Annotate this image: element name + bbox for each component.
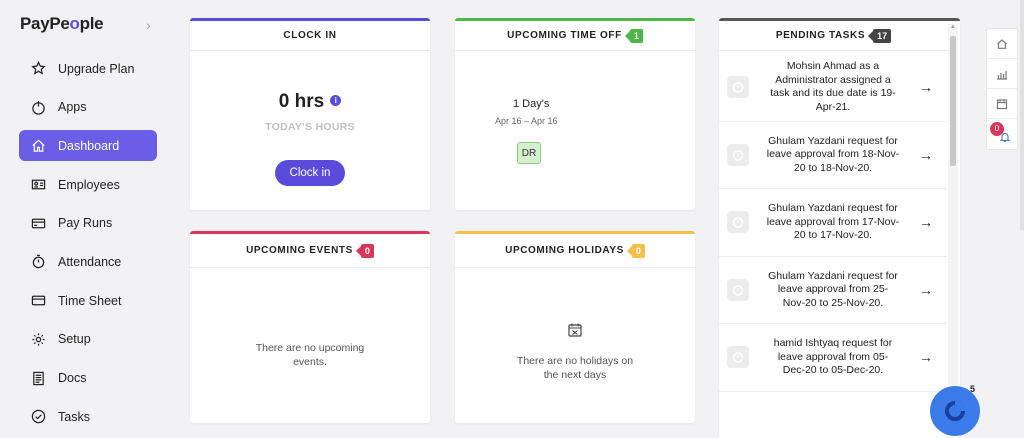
- clock-in-button[interactable]: Clock in: [275, 160, 345, 186]
- stopwatch-icon: [30, 254, 46, 270]
- calendar-icon: [996, 98, 1008, 109]
- list-item[interactable]: Ghulam Yazdani request for leave approval…: [719, 257, 947, 324]
- sidebar-item-label: Time Sheet: [58, 293, 122, 308]
- clock-icon: [727, 143, 749, 166]
- card-header: PENDING TASKS 17: [719, 21, 948, 51]
- card-title: UPCOMING HOLIDAYS: [505, 245, 624, 256]
- clock-icon: [727, 76, 749, 99]
- fab-count-badge: 5: [970, 384, 976, 394]
- loading-ring-icon: [945, 401, 965, 421]
- card-title: UPCOMING TIME OFF: [507, 30, 622, 41]
- sidebar-item-label: Attendance: [58, 254, 122, 269]
- arrow-right-icon[interactable]: →: [919, 79, 933, 95]
- empty-state-text: There are no holidays on the next days: [516, 355, 634, 381]
- pending-tasks-list: Mohsin Ahmad as a Administrator assigned …: [719, 54, 947, 392]
- card-header: UPCOMING HOLIDAYS 0: [455, 234, 695, 268]
- notifications-button[interactable]: 0: [987, 119, 1017, 149]
- power-icon: [30, 99, 46, 115]
- check-circle-icon: [30, 409, 46, 425]
- count-badge: 1: [624, 28, 643, 43]
- info-icon[interactable]: i: [330, 95, 342, 106]
- card-title: UPCOMING EVENTS: [246, 245, 353, 256]
- card-icon: [30, 293, 46, 309]
- empty-state-text: There are no upcoming events.: [255, 342, 365, 368]
- arrow-right-icon[interactable]: →: [919, 282, 933, 298]
- card-title: CLOCK IN: [283, 30, 337, 41]
- clock-icon: [727, 278, 749, 301]
- right-toolbar: 0: [986, 28, 1018, 150]
- card-header: UPCOMING EVENTS 0: [190, 234, 430, 268]
- arrow-right-icon[interactable]: →: [919, 147, 933, 163]
- count-badge: 0: [626, 243, 645, 258]
- clock-in-card: CLOCK IN 0 hrs i TODAY'S HOURS Clock in: [190, 18, 430, 210]
- upcoming-holidays-card: UPCOMING HOLIDAYS 0 There are no holidays…: [455, 231, 695, 423]
- sidebar-item-label: Employees: [58, 177, 120, 192]
- scroll-up-arrow-icon[interactable]: ▲: [949, 24, 957, 34]
- sidebar-item-label: Tasks: [58, 409, 90, 424]
- sidebar-item-label: Dashboard: [58, 138, 120, 153]
- paypeople-logo[interactable]: PayPeople: [20, 14, 104, 34]
- task-description: hamid Ishtyaq request for leave approval …: [773, 337, 893, 376]
- gear-icon: [30, 331, 46, 347]
- card-title: PENDING TASKS: [775, 30, 866, 41]
- sidebar-item-setup[interactable]: Setup: [19, 324, 157, 355]
- list-item[interactable]: Ghulam Yazdani request for leave approval…: [719, 122, 947, 189]
- tasks-scrollbar[interactable]: ▲: [948, 24, 958, 424]
- sidebar-nav: Upgrade Plan Apps Dashboard Employees Pa…: [19, 53, 157, 438]
- sidebar-item-label: Pay Runs: [58, 216, 113, 231]
- scroll-thumb[interactable]: [950, 36, 956, 166]
- sidebar-item-apps[interactable]: Apps: [19, 92, 157, 123]
- task-description: Ghulam Yazdani request for leave approval…: [766, 134, 900, 174]
- time-off-range: Apr 16 – Apr 16: [495, 116, 558, 126]
- analytics-button[interactable]: [987, 59, 1017, 89]
- sidebar-item-label: Docs: [58, 371, 87, 385]
- id-card-icon: [30, 177, 46, 193]
- count-badge: 0: [355, 243, 374, 258]
- sidebar-item-pay-runs[interactable]: Pay Runs: [19, 208, 157, 239]
- sidebar-item-tasks[interactable]: Tasks: [19, 401, 157, 432]
- sidebar-item-docs[interactable]: Docs: [19, 363, 157, 394]
- sidebar-item-label: Apps: [58, 100, 87, 115]
- sidebar-item-employees[interactable]: Employees: [19, 169, 157, 200]
- home-icon: [30, 138, 46, 154]
- list-item[interactable]: Mohsin Ahmad as a Administrator assigned …: [719, 54, 947, 122]
- arrow-right-icon[interactable]: →: [919, 214, 933, 230]
- clock-icon: [727, 211, 749, 234]
- sidebar-item-dashboard[interactable]: Dashboard: [19, 130, 157, 162]
- task-description: Mohsin Ahmad as a Administrator assigned …: [770, 60, 896, 113]
- arrow-right-icon[interactable]: →: [919, 349, 933, 365]
- time-off-days: 1 Day's: [513, 98, 550, 110]
- bar-chart-icon: [997, 70, 1007, 80]
- credit-card-icon: [30, 215, 46, 231]
- sidebar-item-attendance[interactable]: Attendance: [19, 246, 157, 277]
- page-scrollbar[interactable]: [1020, 0, 1024, 230]
- notification-count-badge: 0: [990, 122, 1004, 136]
- clock-icon: [727, 346, 749, 369]
- home-icon: [997, 38, 1007, 49]
- task-description: Ghulam Yazdani request for leave approval…: [768, 269, 898, 309]
- star-icon: [30, 61, 46, 77]
- sidebar: PayPeople › Upgrade Plan Apps Dashboard …: [0, 0, 170, 438]
- avatar[interactable]: DR: [517, 142, 541, 164]
- count-badge: 17: [868, 28, 892, 43]
- calendar-button[interactable]: [987, 89, 1017, 119]
- task-description: Ghulam Yazdani request for leave approval…: [766, 202, 900, 241]
- card-header: UPCOMING TIME OFF 1: [455, 21, 695, 51]
- upcoming-time-off-card: UPCOMING TIME OFF 1 1 Day's Apr 16 – Apr …: [455, 18, 695, 210]
- sidebar-item-upgrade-plan[interactable]: Upgrade Plan: [19, 53, 157, 84]
- sidebar-item-time-sheet[interactable]: Time Sheet: [19, 285, 157, 316]
- today-hours-value: 0 hrs i: [190, 91, 430, 113]
- sidebar-item-label: Upgrade Plan: [58, 61, 135, 76]
- docs-icon: [30, 370, 46, 386]
- home-button[interactable]: [987, 29, 1017, 59]
- today-hours-label: TODAY'S HOURS: [265, 121, 355, 133]
- collapse-chevron-icon[interactable]: ›: [146, 17, 151, 33]
- calendar-off-icon: [568, 323, 582, 337]
- card-header: CLOCK IN: [190, 21, 430, 51]
- upcoming-events-card: UPCOMING EVENTS 0 There are no upcoming ev…: [190, 231, 430, 423]
- pending-tasks-card: PENDING TASKS 17 Mohsin Ahmad as a Adminis…: [719, 18, 960, 438]
- list-item[interactable]: Ghulam Yazdani request for leave approval…: [719, 189, 947, 257]
- sidebar-item-label: Setup: [58, 332, 91, 347]
- list-item[interactable]: hamid Ishtyaq request for leave approval …: [719, 324, 947, 392]
